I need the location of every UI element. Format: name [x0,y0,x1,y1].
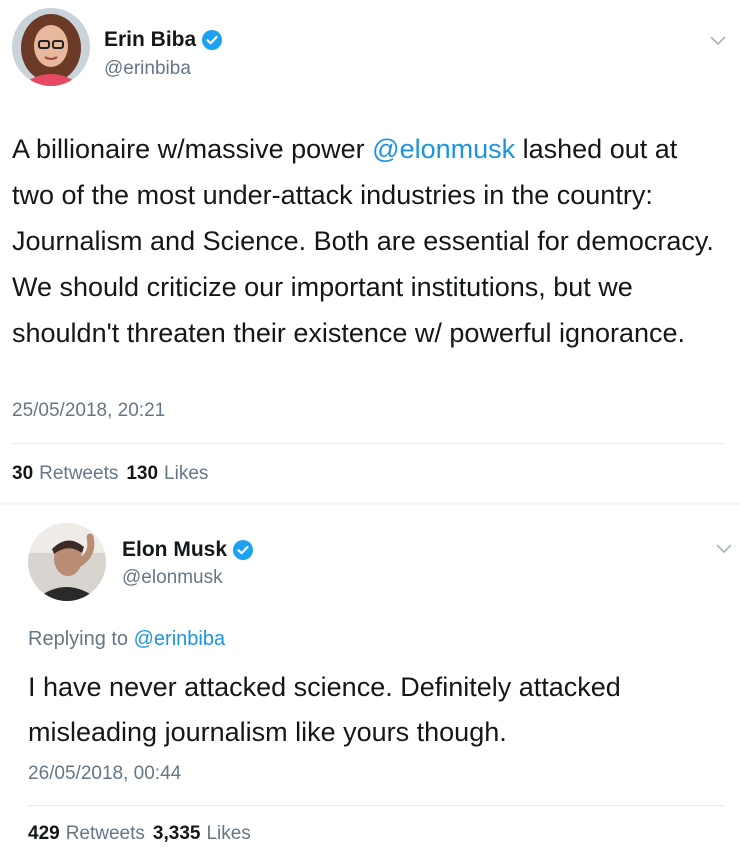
likes-label: Likes [206,823,251,844]
retweets-label: Retweets [39,463,119,484]
tweet-text-before: A billionaire w/massive power [12,134,373,164]
handle[interactable]: @elonmusk [122,567,223,589]
retweets-count[interactable]: 30 Retweets [12,463,118,485]
tweet-erin-biba: Erin Biba @erinbiba A billionaire w/mass… [0,0,740,505]
likes-label: Likes [164,463,209,484]
retweets-number: 429 [28,823,60,844]
tweet-text-after: lashed out at two of the most under-atta… [12,134,714,348]
retweets-count[interactable]: 429 Retweets [28,823,145,845]
tweet-stats: 30 Retweets 130 Likes [12,463,208,485]
likes-count[interactable]: 130 Likes [126,463,208,485]
chevron-down-icon[interactable] [709,35,727,47]
mention-link[interactable]: @elonmusk [372,134,515,164]
divider [12,443,724,444]
likes-number: 130 [126,463,159,484]
avatar[interactable] [12,8,90,86]
tweet-elon-musk: Elon Musk @elonmusk Replying to @erinbib… [0,505,740,860]
divider [28,805,724,806]
avatar[interactable] [28,523,106,601]
tweet-text: I have never attacked science. Definitel… [28,672,621,747]
chevron-down-icon[interactable] [715,543,733,555]
retweets-number: 30 [12,463,34,484]
likes-count[interactable]: 3,335 Likes [153,823,251,845]
timestamp[interactable]: 25/05/2018, 20:21 [12,400,165,422]
replying-to: Replying to @erinbiba [28,628,225,651]
author-row: Elon Musk [122,538,254,562]
verified-badge-icon [233,540,254,560]
tweet-text: A billionaire w/massive power @elonmusk … [12,126,722,356]
replying-to-link[interactable]: @erinbiba [134,628,225,650]
display-name[interactable]: Erin Biba [104,28,196,52]
verified-badge-icon [202,30,223,50]
replying-to-label: Replying to [28,628,129,650]
timestamp[interactable]: 26/05/2018, 00:44 [28,763,181,785]
tweet-stats: 429 Retweets 3,335 Likes [28,823,251,845]
display-name[interactable]: Elon Musk [122,538,227,562]
handle[interactable]: @erinbiba [104,58,191,80]
author-row: Erin Biba [104,28,223,52]
likes-number: 3,335 [152,823,201,844]
retweets-label: Retweets [65,823,145,844]
